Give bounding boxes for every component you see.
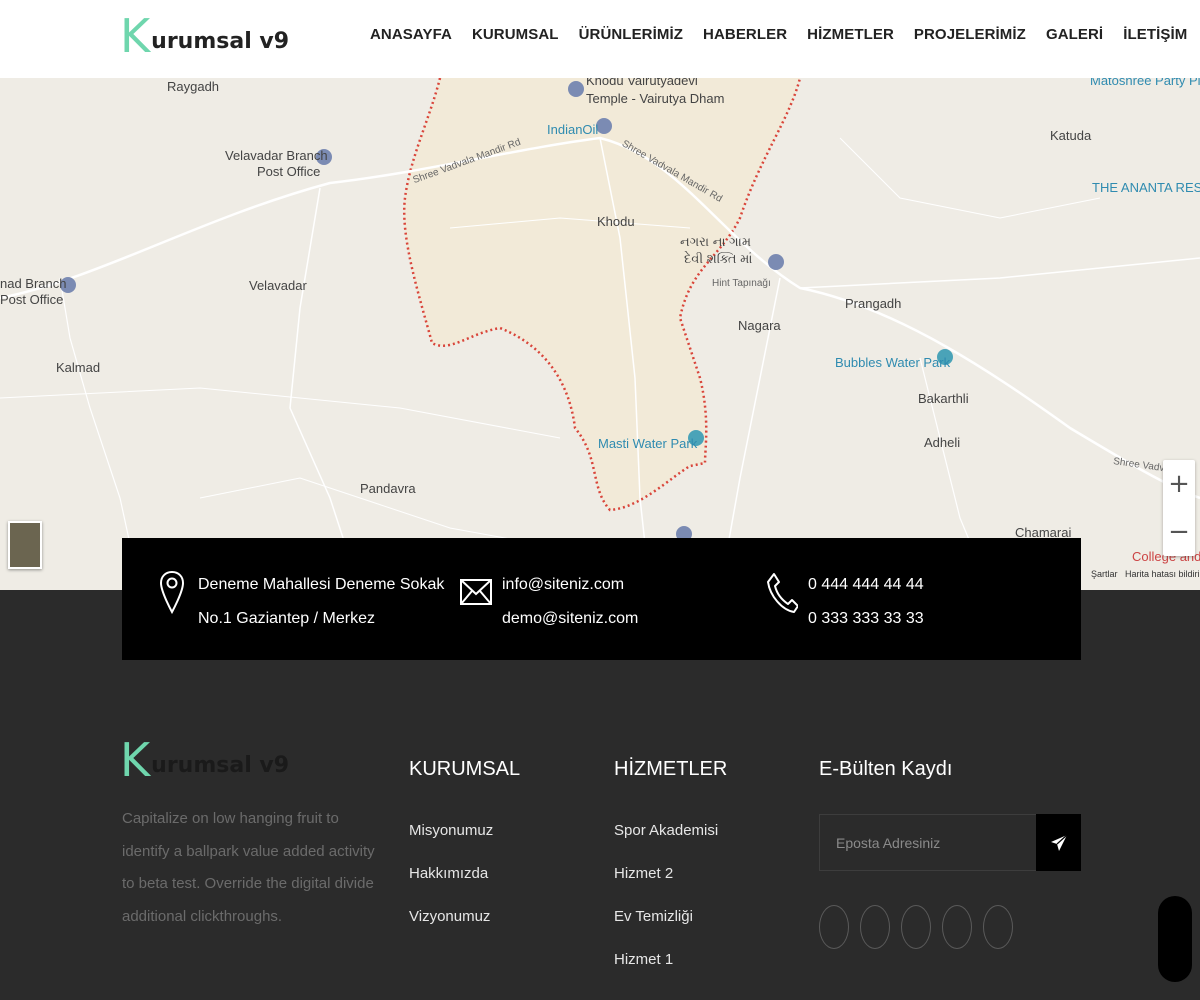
pin-indianoil xyxy=(596,118,612,134)
phone-line-2[interactable]: 0 333 333 33 33 xyxy=(808,602,924,636)
map-label-nagra-2: દેવી શક્તિ માં xyxy=(684,251,753,266)
contact-bar: Deneme Mahallesi Deneme Sokak No.1 Gazia… xyxy=(122,538,1081,660)
road-minor-3 xyxy=(839,137,1101,219)
newsletter-email-input[interactable] xyxy=(820,815,1038,870)
paper-plane-icon xyxy=(1050,834,1067,851)
footer-logo[interactable]: K urumsal v9 xyxy=(120,733,290,787)
map-label-pandavra: Pandavra xyxy=(360,481,416,496)
social-icon-1[interactable] xyxy=(819,905,849,949)
nav-item-urunlerimiz[interactable]: ÜRÜNLERİMİZ xyxy=(579,26,683,43)
nav-item-anasayfa[interactable]: ANASAYFA xyxy=(370,26,452,43)
contact-address: Deneme Mahallesi Deneme Sokak No.1 Gazia… xyxy=(154,568,444,636)
footer-link-misyonumuz[interactable]: Misyonumuz xyxy=(409,818,493,861)
nav-item-hizmetler[interactable]: HİZMETLER xyxy=(807,26,894,43)
zoom-control: + − xyxy=(1163,460,1195,556)
site-logo[interactable]: K urumsal v9 xyxy=(120,9,290,63)
map-report-link[interactable]: Harita hatası bildirin xyxy=(1125,569,1200,579)
address-line-1: Deneme Mahallesi Deneme Sokak xyxy=(198,576,445,593)
footer-logo-letter: K xyxy=(120,733,151,787)
logo-text: urumsal v9 xyxy=(151,29,290,54)
footer-link-ev-temizligi[interactable]: Ev Temizliği xyxy=(614,904,718,947)
newsletter-send-button[interactable] xyxy=(1036,814,1081,871)
map-label-ananta: THE ANANTA RESOR xyxy=(1092,180,1200,195)
footer-link-hizmet-2[interactable]: Hizmet 2 xyxy=(614,861,718,904)
footer-kurumsal-links: Misyonumuz Hakkımızda Vizyonumuz xyxy=(409,818,493,947)
contact-phone: 0 444 444 44 44 0 333 333 33 33 xyxy=(764,568,924,636)
nav-item-kurumsal[interactable]: KURUMSAL xyxy=(472,26,559,43)
map-terms-link[interactable]: Şartlar xyxy=(1091,569,1118,579)
map-label-khodu: Khodu xyxy=(597,214,635,229)
nav-item-galeri[interactable]: GALERİ xyxy=(1046,26,1103,43)
map-type-toggle[interactable] xyxy=(8,521,42,569)
social-links xyxy=(819,905,1024,949)
map-label-matoshree: Matoshree Party Plot xyxy=(1090,78,1200,88)
main-nav: ANASAYFA KURUMSAL ÜRÜNLERİMİZ HABERLER H… xyxy=(370,26,1200,43)
phone-icon xyxy=(764,568,800,616)
map-label-velavadar: Velavadar xyxy=(249,278,307,293)
logo-letter: K xyxy=(120,9,151,63)
email-line-1[interactable]: info@siteniz.com xyxy=(502,568,638,602)
newsletter-form xyxy=(819,814,1081,871)
map-label-nagra-1: નગરા ના ગામ xyxy=(680,234,752,249)
map-label-indianoil: IndianOil xyxy=(547,122,599,137)
map-label-nagara: Nagara xyxy=(738,318,781,333)
footer-description: Capitalize on low hanging fruit to ident… xyxy=(122,810,375,925)
footer-logo-text: urumsal v9 xyxy=(151,753,290,778)
map-label-masti: Masti Water Park xyxy=(598,436,698,451)
nav-item-projelerimiz[interactable]: PROJELERİMİZ xyxy=(914,26,1026,43)
pin-hint-tapinagi xyxy=(768,254,784,270)
address-line-2: No.1 Gaziantep / Merkez xyxy=(198,610,375,627)
map-label-bakarthli: Bakarthli xyxy=(918,391,969,406)
pin-khodu-temple xyxy=(568,81,584,97)
road-minor-1 xyxy=(0,387,561,439)
map-label-raygadh: Raygadh xyxy=(167,79,220,94)
map-label-adheli: Adheli xyxy=(924,435,961,450)
map-label-khodu-temple-2: Temple - Vairutya Dham xyxy=(586,91,725,106)
footer-link-spor-akademisi[interactable]: Spor Akademisi xyxy=(614,818,718,861)
map-label-velavadar-branch-2: Post Office xyxy=(257,164,321,179)
map-label-kalmad: Kalmad xyxy=(56,360,101,375)
map-label-katuda: Katuda xyxy=(1050,128,1092,143)
contact-email: info@siteniz.com demo@siteniz.com xyxy=(458,568,638,636)
footer-hizmetler-links: Spor Akademisi Hizmet 2 Ev Temizliği Hiz… xyxy=(614,818,718,990)
map-label-bubbles: Bubbles Water Park xyxy=(835,355,951,370)
zoom-out-button[interactable]: − xyxy=(1163,508,1195,556)
google-map[interactable]: Raygadh Khodu Vairutyadevi Temple - Vair… xyxy=(0,78,1200,590)
map-label-prangadh: Prangadh xyxy=(845,296,902,311)
footer-hizmetler-title: HİZMETLER xyxy=(614,758,728,780)
social-icon-4[interactable] xyxy=(942,905,972,949)
location-pin-icon xyxy=(154,568,190,616)
email-line-2[interactable]: demo@siteniz.com xyxy=(502,602,638,636)
envelope-icon xyxy=(458,568,494,616)
nav-item-haberler[interactable]: HABERLER xyxy=(703,26,787,43)
map-label-velavadar-branch-1: Velavadar Branch xyxy=(225,148,328,163)
footer-link-vizyonumuz[interactable]: Vizyonumuz xyxy=(409,904,493,947)
newsletter-title: E-Bülten Kaydı xyxy=(819,758,953,780)
map-label-hint-tapinagi: Hint Tapınağı xyxy=(712,278,771,289)
map-roads xyxy=(0,78,1200,590)
nav-item-iletisim[interactable]: İLETİŞİM xyxy=(1123,26,1187,43)
road-main-3 xyxy=(289,187,361,590)
social-icon-3[interactable] xyxy=(901,905,931,949)
scroll-to-top-button[interactable] xyxy=(1158,896,1192,982)
footer-link-hakkimizda[interactable]: Hakkımızda xyxy=(409,861,493,904)
footer-link-hizmet-1[interactable]: Hizmet 1 xyxy=(614,947,718,990)
social-icon-2[interactable] xyxy=(860,905,890,949)
zoom-in-button[interactable]: + xyxy=(1163,460,1195,508)
social-icon-5[interactable] xyxy=(983,905,1013,949)
phone-line-1[interactable]: 0 444 444 44 44 xyxy=(808,568,924,602)
road-main-5 xyxy=(799,257,1200,289)
map-label-branch-left-1: nad Branch xyxy=(0,276,67,291)
footer-kurumsal-title: KURUMSAL xyxy=(409,758,521,780)
map-label-branch-left-2: Post Office xyxy=(0,292,64,307)
site-header: K urumsal v9 ANASAYFA KURUMSAL ÜRÜNLERİM… xyxy=(0,0,1200,78)
map-label-khodu-temple-1: Khodu Vairutyadevi xyxy=(586,78,698,88)
